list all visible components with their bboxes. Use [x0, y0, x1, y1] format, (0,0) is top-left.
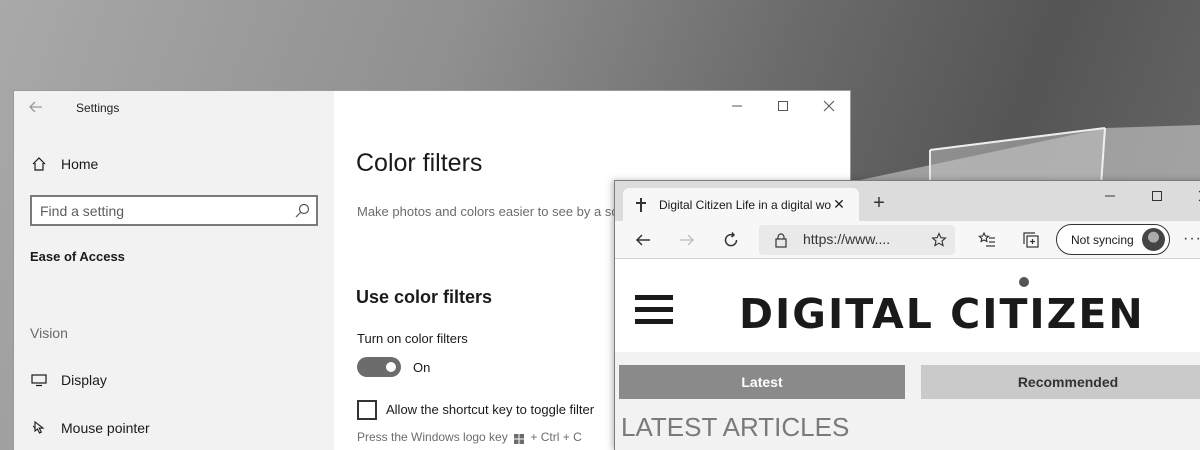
- sync-label: Not syncing: [1071, 232, 1134, 247]
- favorite-star-icon[interactable]: [931, 232, 947, 248]
- collections-icon[interactable]: [1019, 228, 1043, 252]
- sidebar-item-display[interactable]: Display: [14, 363, 334, 397]
- logo-dot: [1019, 277, 1029, 287]
- color-filters-toggle[interactable]: [357, 357, 401, 377]
- browser-window: Digital Citizen Life in a digital wo ✕ +…: [614, 180, 1200, 450]
- back-arrow-icon[interactable]: [28, 99, 50, 117]
- sidebar-item-label: Mouse pointer: [61, 420, 150, 436]
- page-title: Color filters: [356, 149, 483, 177]
- site-header: DIGITAL CITIZEN: [615, 260, 1200, 352]
- close-tab-icon[interactable]: ✕: [831, 196, 847, 213]
- toggle-state-text: On: [413, 360, 431, 375]
- page-description: Make photos and colors easier to see by …: [357, 204, 648, 219]
- checkbox-label: Allow the shortcut key to toggle filter: [386, 402, 595, 417]
- new-tab-button[interactable]: +: [869, 193, 889, 213]
- sidebar-item-home[interactable]: Home: [14, 147, 334, 181]
- group-title-vision: Vision: [30, 325, 68, 341]
- site-tab-recommended[interactable]: Recommended: [921, 365, 1200, 399]
- search-setting-field[interactable]: [30, 195, 318, 226]
- search-icon[interactable]: [294, 203, 310, 219]
- browser-maximize-button[interactable]: [1142, 187, 1172, 205]
- back-icon[interactable]: [631, 228, 655, 252]
- window-title: Settings: [76, 101, 120, 115]
- forward-icon[interactable]: [675, 228, 699, 252]
- windows-logo-icon: [514, 433, 525, 444]
- hint-text-before: Press the Windows logo key: [357, 430, 508, 444]
- browser-minimize-button[interactable]: [1095, 187, 1125, 205]
- sidebar-item-label: Home: [61, 156, 99, 172]
- section-title: Ease of Access: [30, 249, 125, 264]
- close-button[interactable]: [814, 97, 844, 115]
- toggle-knob: [386, 362, 396, 372]
- shortcut-hint: Press the Windows logo key + Ctrl + C: [357, 430, 582, 444]
- hamburger-menu-icon[interactable]: [635, 295, 673, 327]
- sidebar-item-label: Display: [61, 372, 107, 388]
- browser-toolbar: https://www.... Not syncing ···: [615, 221, 1200, 259]
- sidebar-item-mouse-pointer[interactable]: Mouse pointer: [14, 411, 334, 445]
- browser-close-button[interactable]: [1189, 187, 1200, 205]
- site-tab-latest[interactable]: Latest: [619, 365, 905, 399]
- section-heading: LATEST ARTICLES: [621, 412, 850, 442]
- address-bar[interactable]: https://www....: [759, 225, 955, 255]
- hint-text-after: + Ctrl + C: [530, 430, 582, 444]
- minimize-button[interactable]: [722, 97, 752, 115]
- settings-sidebar: Settings Home Ease of Access Vision Disp…: [14, 91, 334, 450]
- profile-sync-button[interactable]: Not syncing: [1056, 224, 1170, 255]
- home-icon: [30, 155, 48, 173]
- toggle-label: Turn on color filters: [357, 331, 468, 346]
- subheading: Use color filters: [356, 287, 493, 307]
- more-options-icon[interactable]: ···: [1183, 230, 1200, 248]
- webpage: DIGITAL CITIZEN Latest Recommended LATES…: [615, 260, 1200, 450]
- favorites-list-icon[interactable]: [975, 228, 999, 252]
- shortcut-key-checkbox[interactable]: [357, 400, 377, 420]
- site-logo[interactable]: DIGITAL CITIZEN: [739, 290, 1145, 338]
- tab-title: Digital Citizen Life in a digital wo: [659, 197, 831, 212]
- browser-tab[interactable]: Digital Citizen Life in a digital wo ✕: [623, 188, 859, 221]
- mouse-pointer-icon: [30, 419, 48, 437]
- url-text[interactable]: https://www....: [803, 231, 890, 247]
- refresh-icon[interactable]: [719, 228, 743, 252]
- lock-icon[interactable]: [773, 232, 789, 248]
- avatar: [1142, 228, 1165, 251]
- site-favicon-icon: [633, 197, 649, 213]
- maximize-button[interactable]: [768, 97, 798, 115]
- monitor-icon: [30, 371, 48, 389]
- tab-strip: Digital Citizen Life in a digital wo ✕ +: [615, 181, 1200, 221]
- search-input[interactable]: [40, 201, 290, 221]
